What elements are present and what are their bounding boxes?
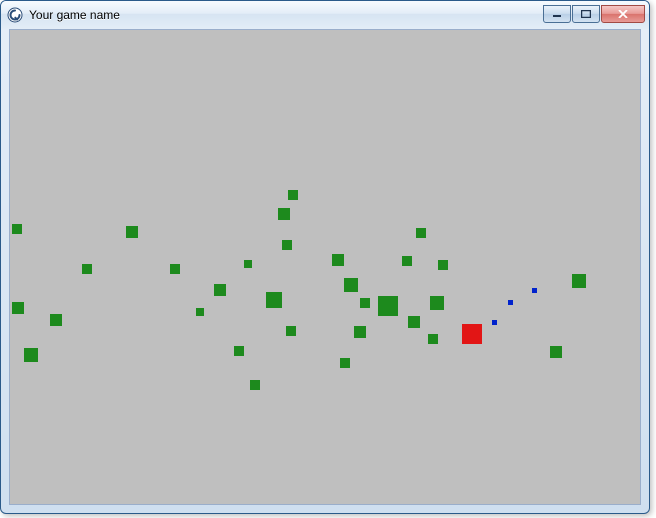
enemy-sprite <box>24 348 38 362</box>
enemy-sprite <box>402 256 412 266</box>
bullet-sprite <box>508 300 513 305</box>
enemy-sprite <box>550 346 562 358</box>
enemy-sprite <box>126 226 138 238</box>
enemy-sprite <box>428 334 438 344</box>
enemy-sprite <box>250 380 260 390</box>
bullet-sprite <box>532 288 537 293</box>
window-controls <box>542 5 645 25</box>
enemy-sprite <box>82 264 92 274</box>
enemy-sprite <box>282 240 292 250</box>
window-title: Your game name <box>29 8 542 22</box>
enemy-sprite <box>572 274 586 288</box>
enemy-sprite <box>244 260 252 268</box>
bullet-sprite <box>492 320 497 325</box>
app-window: Your game name <box>0 0 650 514</box>
enemy-sprite <box>360 298 370 308</box>
enemy-sprite <box>266 292 282 308</box>
minimize-button[interactable] <box>543 5 571 23</box>
enemy-sprite <box>234 346 244 356</box>
game-canvas[interactable] <box>9 29 641 505</box>
maximize-button[interactable] <box>572 5 600 23</box>
enemy-sprite <box>430 296 444 310</box>
player-sprite <box>462 324 482 344</box>
enemy-sprite <box>214 284 226 296</box>
enemy-sprite <box>288 190 298 200</box>
enemy-sprite <box>344 278 358 292</box>
enemy-sprite <box>12 302 24 314</box>
enemy-sprite <box>340 358 350 368</box>
enemy-sprite <box>438 260 448 270</box>
enemy-sprite <box>408 316 420 328</box>
close-button[interactable] <box>601 5 645 23</box>
enemy-sprite <box>378 296 398 316</box>
enemy-sprite <box>196 308 204 316</box>
titlebar[interactable]: Your game name <box>1 1 649 29</box>
enemy-sprite <box>416 228 426 238</box>
construct-icon <box>7 7 23 23</box>
enemy-sprite <box>278 208 290 220</box>
enemy-sprite <box>332 254 344 266</box>
enemy-sprite <box>354 326 366 338</box>
enemy-sprite <box>170 264 180 274</box>
enemy-sprite <box>50 314 62 326</box>
enemy-sprite <box>286 326 296 336</box>
enemy-sprite <box>12 224 22 234</box>
